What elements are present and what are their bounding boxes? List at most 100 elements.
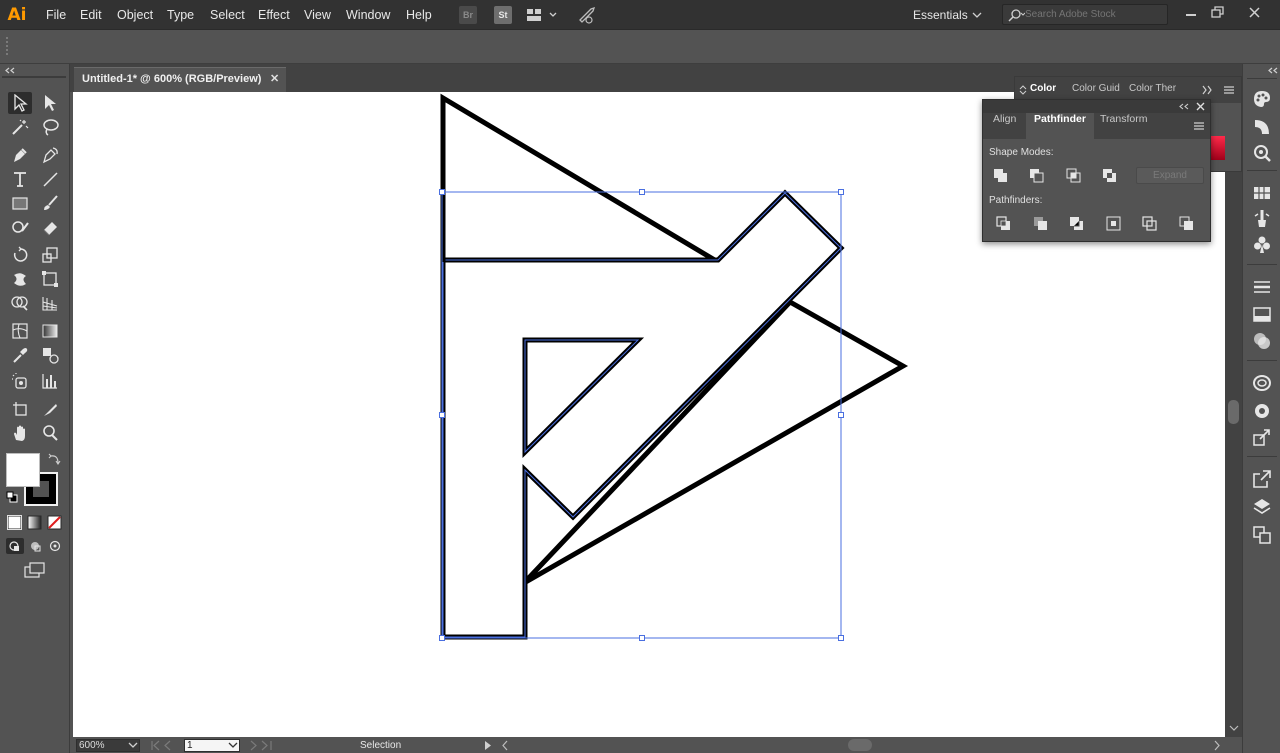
menu-type[interactable]: Type (167, 0, 194, 30)
perspective-grid-tool[interactable] (38, 292, 62, 314)
menu-file[interactable]: File (46, 0, 66, 30)
color-guide-button[interactable] (1251, 116, 1273, 138)
magic-wand-tool[interactable] (8, 116, 32, 138)
pathfinder-panel-header[interactable] (983, 100, 1210, 113)
outline-button[interactable] (1140, 214, 1160, 232)
direct-selection-tool[interactable] (38, 92, 62, 114)
curvature-tool[interactable] (38, 144, 62, 166)
triangle-top-shape[interactable] (440, 93, 728, 265)
workspace-switcher[interactable]: Essentials (905, 4, 989, 26)
selection-tool[interactable] (8, 92, 32, 114)
brushes-panel-button[interactable] (1251, 208, 1273, 230)
gradient-panel-button[interactable] (1251, 304, 1273, 326)
zoom-tool[interactable] (38, 422, 62, 444)
divide-button[interactable] (994, 214, 1014, 232)
color-spectrum-strip[interactable] (1211, 136, 1225, 160)
more-tabs-icon[interactable] (1201, 85, 1213, 95)
draw-normal-button[interactable] (6, 538, 24, 554)
collapse-panel-icon[interactable] (1179, 103, 1189, 110)
color-panel-button[interactable] (1251, 88, 1273, 110)
tab-color[interactable]: Color (1030, 83, 1056, 94)
rectangle-tool[interactable] (8, 192, 32, 214)
trim-button[interactable] (1031, 214, 1051, 232)
warp-tool[interactable] (8, 268, 32, 290)
menu-object[interactable]: Object (117, 0, 153, 30)
default-fill-stroke-icon[interactable] (6, 491, 18, 503)
hand-tool[interactable] (8, 422, 32, 444)
menu-window[interactable]: Window (346, 0, 390, 30)
draw-inside-button[interactable] (47, 538, 65, 554)
scroll-left-icon[interactable] (500, 740, 510, 751)
scroll-right-icon[interactable] (1212, 740, 1222, 751)
mesh-tool[interactable] (8, 320, 32, 342)
stroke-panel-button[interactable] (1251, 276, 1273, 298)
pen-tool[interactable] (8, 144, 32, 166)
intersect-button[interactable] (1064, 166, 1084, 184)
restore-button[interactable] (1203, 3, 1233, 23)
tab-transform[interactable]: Transform (1092, 113, 1155, 139)
tab-color-guide[interactable]: Color Guid (1072, 83, 1120, 94)
screen-mode-button[interactable] (24, 562, 46, 580)
arrange-documents-button[interactable] (526, 7, 558, 23)
close-window-button[interactable] (1240, 3, 1270, 23)
collapse-toolbox-icon[interactable] (4, 67, 16, 74)
unite-button[interactable] (991, 166, 1011, 184)
zoom-dropdown-icon[interactable] (128, 742, 138, 749)
menu-select[interactable]: Select (210, 0, 245, 30)
symbols-panel-button[interactable] (1251, 234, 1273, 256)
minimize-button[interactable] (1176, 3, 1206, 23)
menu-view[interactable]: View (304, 0, 331, 30)
expand-dock-icon[interactable] (1267, 67, 1279, 74)
first-prev-artboard-icons[interactable] (150, 740, 180, 751)
scale-tool[interactable] (38, 244, 62, 266)
type-tool[interactable] (8, 168, 32, 190)
layers-panel-button[interactable] (1251, 496, 1273, 518)
expand-button[interactable]: Expand (1136, 167, 1204, 184)
paintbrush-tool[interactable] (38, 192, 62, 214)
stock-button[interactable]: St (494, 6, 512, 24)
tab-align[interactable]: Align (985, 113, 1024, 139)
slice-tool[interactable] (38, 398, 62, 420)
column-graph-tool[interactable] (38, 370, 62, 392)
merge-button[interactable] (1067, 214, 1087, 232)
horizontal-scroll-thumb[interactable] (848, 739, 872, 751)
gpu-performance-button[interactable] (577, 6, 599, 24)
transparency-panel-button[interactable] (1251, 330, 1273, 352)
minus-front-button[interactable] (1027, 166, 1047, 184)
status-menu-icon[interactable] (483, 740, 493, 751)
crop-button[interactable] (1104, 214, 1124, 232)
shape-builder-tool[interactable] (8, 292, 32, 314)
minus-back-button[interactable] (1177, 214, 1197, 232)
free-transform-tool[interactable] (38, 268, 62, 290)
exclude-button[interactable] (1100, 166, 1120, 184)
menu-effect[interactable]: Effect (258, 0, 290, 30)
tab-color-themes[interactable]: Color Ther (1129, 83, 1176, 94)
draw-behind-button[interactable] (27, 538, 45, 554)
artboard-tool[interactable] (8, 398, 32, 420)
menu-edit[interactable]: Edit (80, 0, 102, 30)
pathfinder-menu-icon[interactable] (1193, 121, 1205, 131)
artboards-panel-button[interactable] (1251, 524, 1273, 546)
bridge-button[interactable]: Br (459, 6, 477, 24)
close-panel-icon[interactable] (1196, 102, 1205, 111)
line-segment-tool[interactable] (38, 168, 62, 190)
tab-pathfinder[interactable]: Pathfinder (1026, 113, 1094, 139)
document-tab[interactable]: Untitled-1* @ 600% (RGB/Preview) ✕ (74, 67, 286, 92)
panel-options-arrows-icon[interactable] (1019, 85, 1027, 95)
panel-menu-icon[interactable] (1223, 85, 1235, 95)
next-last-artboard-icons[interactable] (248, 740, 278, 751)
stock-search-field[interactable] (1002, 4, 1168, 25)
gradient-tool[interactable] (38, 320, 62, 342)
rotate-tool[interactable] (8, 244, 32, 266)
lasso-tool[interactable] (38, 116, 62, 138)
swatches-panel-button[interactable] (1251, 182, 1273, 204)
shaper-tool[interactable] (8, 216, 32, 238)
vertical-scrollbar[interactable] (1225, 92, 1242, 737)
eraser-tool[interactable] (38, 216, 62, 238)
appearance-panel-button[interactable] (1251, 372, 1273, 394)
none-mode-button[interactable] (47, 514, 63, 530)
menu-help[interactable]: Help (406, 0, 432, 30)
graphic-styles-button[interactable] (1251, 400, 1273, 422)
symbol-sprayer-tool[interactable] (8, 370, 32, 392)
swap-fill-stroke-icon[interactable] (48, 453, 62, 467)
